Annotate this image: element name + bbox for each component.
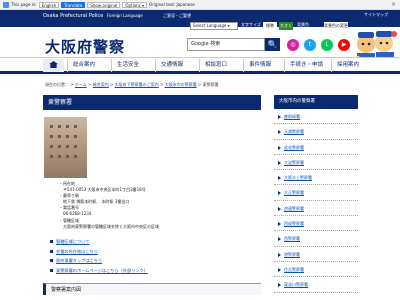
map-section-heading: 警察署案内図 (43, 283, 261, 295)
sidebar-item[interactable]: 大阪水上警察署 (274, 170, 358, 186)
color-label: 背景色 (297, 22, 309, 27)
nav-traffic[interactable]: 交通情報 (155, 59, 183, 72)
breadcrumb-city[interactable]: 大阪市内の警察署 (165, 82, 197, 87)
nav-safety[interactable]: 生活安全 (111, 59, 139, 72)
translate-toolbar: This page in: English Translate Show ori… (0, 0, 400, 10)
bg-color-button[interactable]: 背景色の変更 (324, 22, 348, 30)
sitemap-link[interactable]: サイトマップ (364, 12, 388, 18)
search-input[interactable]: Google 検索 (187, 38, 265, 51)
info-line: 大阪府東警察署の管轄区域を除く大阪市中央区の区域 (59, 223, 159, 229)
foreign-language-link[interactable]: Foreign Language (107, 13, 143, 18)
language-select[interactable]: English (38, 1, 60, 8)
station-photo (44, 117, 87, 178)
translate-button[interactable]: Translate (61, 1, 86, 8)
site-logo[interactable]: 大阪府警察 (45, 36, 125, 57)
sidebar-item[interactable]: 港警察署 (274, 247, 358, 262)
link-homepage[interactable]: 東警察署のホームページはこちら（外部リンク） (50, 266, 148, 276)
sidebar-item[interactable]: 東淀川警察署 (274, 277, 358, 293)
sidebar-item[interactable]: 西成警察署 (274, 216, 358, 232)
nav-consult[interactable]: 相談窓口 (199, 59, 227, 72)
sidebar-item[interactable]: 西警察署 (274, 231, 358, 247)
youtube-icon[interactable]: ▶ (338, 39, 350, 51)
translated-label: This page in: (11, 2, 37, 7)
twitter-icon[interactable]: t (304, 39, 316, 51)
instagram-icon[interactable]: ◎ (287, 39, 299, 51)
font-standard-button[interactable]: 標準 (263, 22, 277, 30)
font-large-button[interactable]: 大きく (279, 22, 293, 30)
global-nav: 総合案内 生活安全 交通情報 相談窓口 事件情報 手続き・申請 採用案内 (0, 57, 400, 74)
sidebar-item[interactable]: 天満警察署 (274, 124, 358, 140)
font-size-label: 文字サイズ (241, 22, 261, 27)
breadcrumb-home[interactable]: ホーム (75, 82, 87, 87)
link-koban[interactable]: 交番の所在地はこちら (50, 247, 148, 257)
google-translate-icon (3, 1, 9, 8)
related-links: 管轄区域について 交番の所在地はこちら 阪府東署タップはこちら 東警察署のホーム… (50, 237, 148, 275)
sidebar-item[interactable]: 住吉警察署 (274, 262, 358, 278)
breadcrumb-current: 東警察署 (202, 82, 219, 87)
line-icon[interactable]: L (321, 39, 333, 51)
breadcrumb-prefix: 現在の位置： (45, 82, 69, 87)
nav-general[interactable]: 総合案内 (67, 59, 95, 72)
search-icon: 🔍 (267, 40, 278, 49)
home-icon (49, 61, 58, 68)
search-button[interactable]: 🔍 (265, 38, 280, 51)
home-button[interactable] (43, 59, 64, 72)
site-header: Osaka Prefectural Police Foreign Languag… (0, 10, 400, 30)
english-site-name[interactable]: Osaka Prefectural Police (43, 13, 103, 19)
breadcrumb: 現在の位置： > ホーム > 総合案内 > 大阪府下警察署のご案内 > 大阪市内… (45, 82, 219, 87)
link-map[interactable]: 阪府東署タップはこちら (50, 256, 148, 266)
nav-recruit[interactable]: 採用案内 (331, 59, 359, 72)
sidebar-heading[interactable]: 大阪市内の警察署 (274, 95, 358, 109)
show-original-button[interactable]: Show original (87, 1, 121, 8)
sidebar-item[interactable]: 大淀警察署 (274, 155, 358, 171)
options-button[interactable]: Options ▾ (122, 1, 148, 8)
nav-procedures[interactable]: 手続き・申請 (284, 59, 323, 72)
breadcrumb-stations[interactable]: 大阪府下警察署のご案内 (115, 82, 159, 87)
page-title: 東警察署 (43, 95, 261, 110)
sidebar-item[interactable]: 大正警察署 (274, 185, 358, 201)
sidebar-item[interactable]: 浪速警察署 (274, 201, 358, 217)
breadcrumb-general[interactable]: 総合案内 (93, 82, 109, 87)
sidebar-item[interactable]: 曽根崎署 (274, 109, 358, 125)
close-icon[interactable]: × (391, 1, 396, 8)
link-jurisdiction[interactable]: 管轄区域について (50, 237, 148, 247)
sidebar-item[interactable]: 此花警察署 (274, 140, 358, 155)
original-language-label: Original text: Japanese (149, 2, 195, 7)
sidebar: 大阪市内の警察署 曽根崎署 天満警察署 此花警察署 大淀警察署 大阪水上警察署 … (274, 95, 358, 293)
station-info: ・所在地 〒541-0053 大阪市中央区本町1丁目3番18号 ・最寄り駅 地下… (59, 181, 159, 230)
feedback-link[interactable]: ご意見・ご要望 (163, 13, 191, 19)
select-language-dropdown[interactable]: Select Language ▾ (190, 22, 238, 30)
nav-incidents[interactable]: 事件情報 (243, 59, 271, 72)
